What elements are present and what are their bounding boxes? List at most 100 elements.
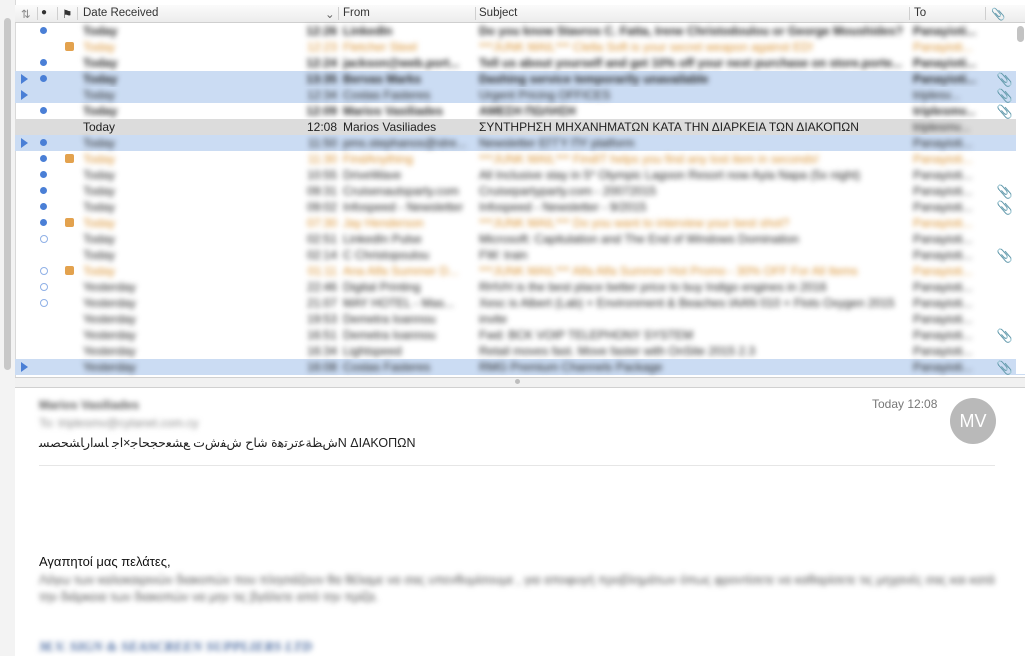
message-row[interactable]: Today 02:51 LinkedIn Pulse Microsoft: Capit… [15, 231, 1025, 247]
pane-splitter[interactable] [15, 377, 1025, 388]
row-date: Yesterday [83, 280, 136, 294]
attachment-icon: 📎 [996, 104, 1013, 119]
unread-dot-icon[interactable] [40, 155, 47, 162]
message-row[interactable]: Today 09:02 Infospeed - Newsletter Infospee… [15, 199, 1025, 215]
splitter-knob[interactable] [515, 379, 520, 384]
message-row[interactable]: Today 12:23 Fletcher Steel ***JUNK MAIL*** … [15, 39, 1025, 55]
row-sender: Jay Henderson [343, 216, 424, 230]
unread-dot-icon[interactable] [40, 27, 47, 34]
row-recipient: triplesmv... [913, 120, 971, 134]
left-scroll-thumb[interactable] [4, 18, 11, 370]
row-subject: Xesc is Albert (Lab) + Environment & Bea… [479, 296, 895, 310]
message-row[interactable]: Today 12:26 LinkedIn Do you know Stavros C.… [15, 23, 1025, 39]
row-recipient: Panayioti... [913, 280, 973, 294]
row-time: 11:30 [307, 152, 337, 166]
message-row[interactable]: Today 12:34 Costas Fasteres Urgent Pricing … [15, 87, 1025, 103]
unread-dot-icon[interactable] [40, 267, 48, 275]
row-date: Today [83, 136, 116, 150]
flag-icon[interactable] [65, 218, 74, 227]
list-scroll-thumb[interactable] [1017, 26, 1024, 42]
message-row[interactable]: Today 07:30 Jay Henderson ***JUNK MAIL*** D… [15, 215, 1025, 231]
row-recipient: Panayioti... [913, 328, 973, 342]
flag-column-icon[interactable]: ⚑ [62, 7, 72, 21]
message-row[interactable]: Yesterday 22:46 Digital Printing RHVH is th… [15, 279, 1025, 295]
row-subject: RHVH is the best place better price to b… [479, 280, 827, 294]
avatar: MV [950, 398, 996, 444]
row-recipient: Panayioti... [913, 136, 973, 150]
row-subject: ***JUNK MAIL*** Do you want to interview… [479, 216, 790, 230]
message-row[interactable]: Today 01:11 Ana Alfa Summer D... ***JUNK MA… [15, 263, 1025, 279]
row-date: Yesterday [83, 328, 136, 342]
message-row[interactable]: Today 12:24 jackson@web.port... Tell us abo… [15, 55, 1025, 71]
flag-icon[interactable] [65, 154, 74, 163]
unread-column-icon[interactable]: ● [41, 7, 47, 18]
row-time: 12:24 [306, 56, 337, 70]
unread-dot-icon[interactable] [40, 235, 48, 243]
message-row[interactable]: Today 11:30 FindAnything ***JUNK MAIL*** Fi… [15, 151, 1025, 167]
unread-dot-icon[interactable] [40, 283, 48, 291]
message-row[interactable]: Yesterday 19:53 Demetra Ioannou invite Panay… [15, 311, 1025, 327]
row-sender: Infospeed - Newsletter [343, 200, 464, 214]
header-from[interactable]: From [343, 7, 370, 19]
message-row[interactable]: Yesterday 21:07 MAY HOTEL - Mas... Xesc is … [15, 295, 1025, 311]
row-time: 12:34 [306, 88, 337, 102]
message-row[interactable]: Today 09:31 Cruisenautsparty.com Cruisepart… [15, 183, 1025, 199]
unread-dot-icon[interactable] [40, 171, 47, 178]
unread-dot-icon[interactable] [40, 219, 47, 226]
row-time: 16:34 [306, 344, 337, 358]
preview-recipient[interactable]: To: triplesmv@cytanet.com.cy [39, 416, 199, 430]
unread-dot-icon[interactable] [40, 75, 47, 82]
row-sender: Fletcher Steel [343, 40, 418, 54]
unread-dot-icon[interactable] [40, 187, 47, 194]
attachment-column-icon[interactable]: 📎 [991, 7, 1005, 21]
row-time: 16:51 [306, 328, 337, 342]
row-date: Today [83, 24, 118, 38]
unread-dot-icon[interactable] [40, 203, 47, 210]
message-row[interactable]: Today 11:50 pms.stephanos@stre... Newslette… [15, 135, 1025, 151]
unread-dot-icon[interactable] [40, 299, 48, 307]
message-row[interactable]: Today 02:14 C Christopoulou FW: train Panayi… [15, 247, 1025, 263]
header-separator [57, 7, 58, 20]
thread-disclosure-icon[interactable] [21, 74, 28, 84]
left-scrollbar[interactable] [0, 0, 16, 656]
unread-dot-icon[interactable] [40, 59, 47, 66]
flag-icon[interactable] [65, 42, 74, 51]
row-date: Yesterday [83, 360, 136, 374]
row-recipient: Panayioti... [913, 232, 973, 246]
header-subject[interactable]: Subject [479, 7, 517, 19]
row-subject: Microsoft: Capitulation and The End of W… [479, 232, 799, 246]
message-row[interactable]: Yesterday 16:08 Costas Fasteres RMG Premium… [15, 359, 1025, 375]
row-recipient: Panayioti... [913, 40, 973, 54]
unread-dot-icon[interactable] [40, 139, 47, 146]
flag-icon[interactable] [65, 266, 74, 275]
message-row[interactable]: Yesterday 16:34 Lightspeed Retail moves fas… [15, 343, 1025, 359]
message-row[interactable]: Today 12:09 Marios Vasiliades ΑΜΕΣΗ ΠΩΛΗΣΗ t… [15, 103, 1025, 119]
row-recipient: Panayioti... [913, 312, 973, 326]
row-subject: Dashing service temporarily unavailable [479, 72, 709, 86]
row-recipient: Panayioti... [913, 200, 973, 214]
sort-chevron-icon[interactable]: ⌄ [325, 7, 335, 21]
header-date-received[interactable]: Date Received [83, 7, 158, 19]
thread-disclosure-icon[interactable] [21, 362, 28, 372]
row-date: Yesterday [83, 344, 136, 358]
row-date: Today [83, 200, 116, 214]
list-scrollbar[interactable] [1016, 24, 1025, 374]
row-recipient: Panayioti... [913, 24, 977, 38]
message-row[interactable]: Yesterday 16:51 Demetra Ioannou Fwd: BCK VO… [15, 327, 1025, 343]
row-sender: Costas Fasteres [343, 88, 431, 102]
thread-arrows-icon[interactable]: ⇅ [21, 7, 31, 21]
row-sender: Digital Printing [343, 280, 421, 294]
message-list: ⇅ ● ⚑ Date Received ⌄ From Subject To 📎 … [15, 5, 1025, 377]
message-row[interactable]: Today 12:08 Marios Vasiliades ΣΥΝΤΗΡΗΣΗ ΜΗΧ… [15, 119, 1025, 135]
thread-disclosure-icon[interactable] [21, 90, 28, 100]
row-time: 12:26 [306, 24, 337, 38]
message-row[interactable]: Today 10:55 DriveWave All Inclusive stay in… [15, 167, 1025, 183]
row-time: 02:14 [306, 248, 337, 262]
preview-sender[interactable]: Marios Vasiliades [39, 398, 139, 412]
message-row[interactable]: Today 13:35 Bervas Marks Dashing service te… [15, 71, 1025, 87]
thread-disclosure-icon[interactable] [21, 138, 28, 148]
body-paragraph: Λόγω των καλοκαιρινών διακοπών που πλησι… [39, 573, 995, 604]
unread-dot-icon[interactable] [40, 107, 47, 114]
header-to[interactable]: To [914, 7, 926, 19]
row-sender: pms.stephanos@stre... [343, 136, 467, 150]
